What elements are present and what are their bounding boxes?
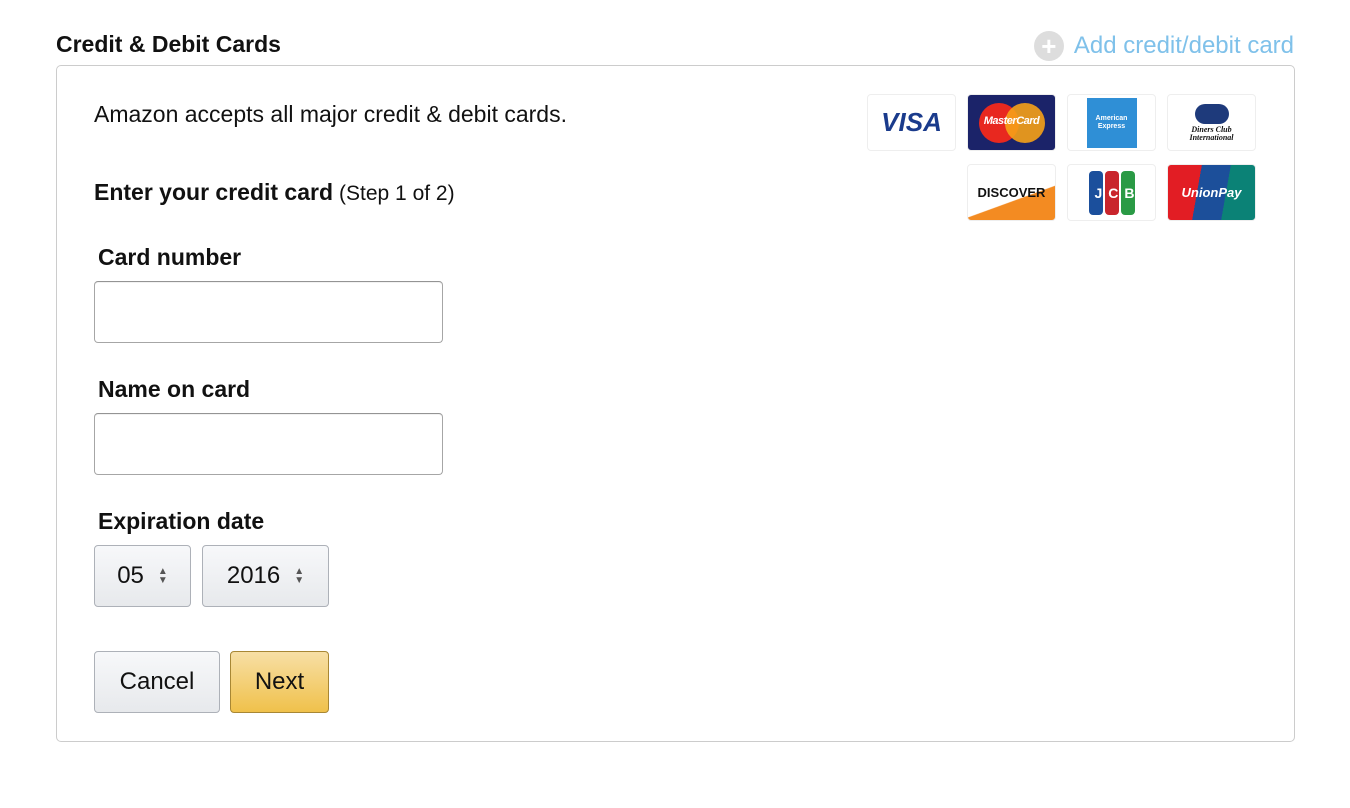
section-title: Credit & Debit Cards xyxy=(56,31,281,57)
mastercard-logo: MasterCard xyxy=(967,94,1056,151)
amex-logo: American Express xyxy=(1067,94,1156,151)
expiration-month-select[interactable]: 05 ▲ ▼ xyxy=(94,545,191,607)
jcb-logo: JCB xyxy=(1067,164,1156,221)
year-value: 2016 xyxy=(226,562,281,589)
enter-card-heading: Enter your credit card (Step 1 of 2) xyxy=(94,179,455,206)
unionpay-logo: UnionPay xyxy=(1167,164,1256,221)
heading-text: Enter your credit card xyxy=(94,179,334,205)
add-card-link[interactable]: + Add credit/debit card xyxy=(1033,31,1294,61)
visa-logo: VISA xyxy=(867,94,956,151)
name-on-card-input[interactable] xyxy=(94,413,443,475)
card-logos: VISA MasterCard American Express Diners … xyxy=(867,94,1257,224)
expiration-year-select[interactable]: 2016 ▲ ▼ xyxy=(202,545,329,607)
accepts-text: Amazon accepts all major credit & debit … xyxy=(94,101,567,127)
plus-circle-icon: + xyxy=(1033,31,1064,61)
cancel-button[interactable]: Cancel xyxy=(94,651,220,713)
diners-club-text: Diners Club International xyxy=(1189,124,1234,142)
up-down-arrows-icon: ▲ ▼ xyxy=(157,566,168,586)
next-button[interactable]: Next xyxy=(230,651,329,713)
card-number-label: Card number xyxy=(98,244,242,270)
jcb-text: JCB xyxy=(1094,184,1141,201)
expiration-date-label: Expiration date xyxy=(98,508,265,534)
card-number-input[interactable] xyxy=(94,281,443,343)
amex-text: American Express xyxy=(1086,97,1137,148)
step-indicator: (Step 1 of 2) xyxy=(339,182,455,205)
up-down-arrows-icon: ▲ ▼ xyxy=(294,566,305,586)
card-form-panel: Amazon accepts all major credit & debit … xyxy=(56,65,1295,742)
month-value: 05 xyxy=(117,562,144,589)
add-card-label: Add credit/debit card xyxy=(1073,32,1294,59)
name-on-card-label: Name on card xyxy=(98,376,251,402)
mastercard-text: MasterCard xyxy=(983,115,1040,127)
discover-logo: DISCOVER xyxy=(967,164,1056,221)
diners-club-logo: Diners Club International xyxy=(1167,94,1256,151)
